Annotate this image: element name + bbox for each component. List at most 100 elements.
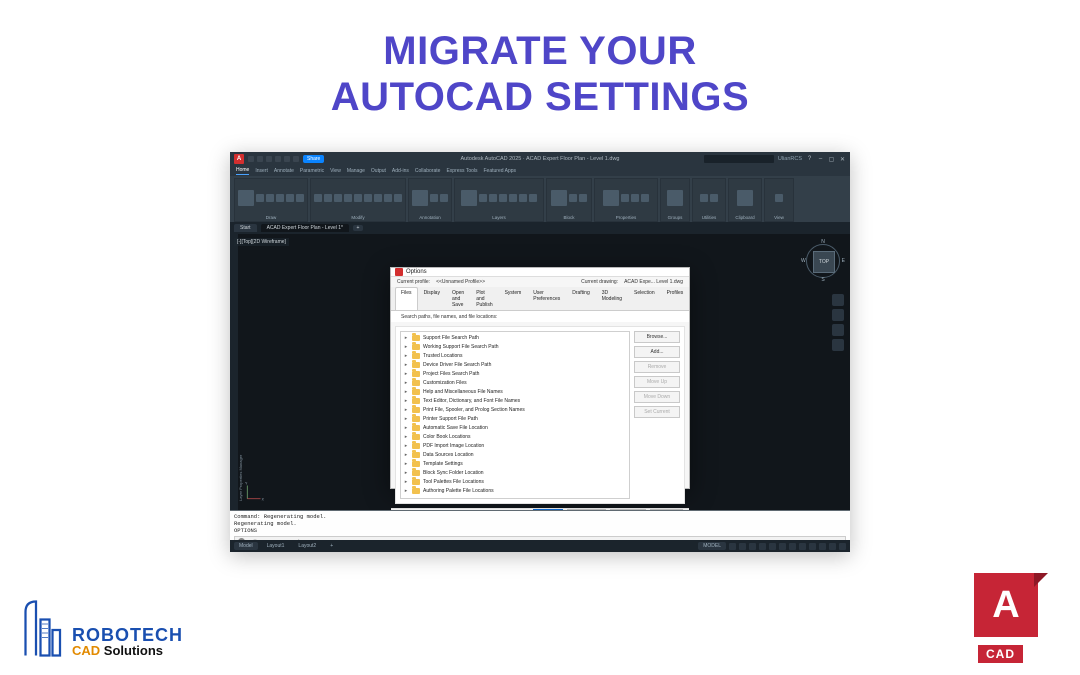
- tool-icon[interactable]: [641, 194, 649, 202]
- tree-item[interactable]: ▸Working Support File Search Path: [403, 343, 627, 352]
- tool-icon[interactable]: [286, 194, 294, 202]
- ribbon-tab[interactable]: Annotate: [274, 168, 294, 174]
- expand-icon[interactable]: ▸: [403, 443, 409, 449]
- add-button[interactable]: Add...: [634, 346, 680, 358]
- viewport-tag[interactable]: [-][Top][2D Wireframe]: [234, 238, 289, 246]
- options-tab[interactable]: System: [499, 287, 528, 310]
- options-tab[interactable]: Display: [418, 287, 446, 310]
- status-icon[interactable]: [729, 543, 736, 550]
- new-tab-button[interactable]: +: [353, 225, 363, 231]
- viewcube[interactable]: N S E W TOP: [806, 244, 840, 288]
- nav-icon[interactable]: [832, 324, 844, 336]
- tree-item[interactable]: ▸Tool Palettes File Locations: [403, 478, 627, 487]
- paths-tree[interactable]: ▸Support File Search Path▸Working Suppor…: [400, 331, 630, 499]
- movedown-button[interactable]: Move Down: [634, 391, 680, 403]
- layout-tab[interactable]: Layout2: [293, 542, 321, 550]
- tool-icon[interactable]: [296, 194, 304, 202]
- tree-item[interactable]: ▸Data Sources Location: [403, 451, 627, 460]
- status-icon[interactable]: [779, 543, 786, 550]
- tool-icon[interactable]: [579, 194, 587, 202]
- ribbon-tab[interactable]: Manage: [347, 168, 365, 174]
- viewcube-n[interactable]: N: [821, 239, 825, 245]
- tree-item[interactable]: ▸Color Book Locations: [403, 433, 627, 442]
- tool-icon[interactable]: [621, 194, 629, 202]
- tree-item[interactable]: ▸Text Editor, Dictionary, and Font File …: [403, 397, 627, 406]
- status-icon[interactable]: [839, 543, 846, 550]
- quick-access-toolbar[interactable]: [248, 156, 299, 162]
- apply-button[interactable]: Apply: [610, 509, 646, 510]
- tool-icon[interactable]: [461, 190, 477, 206]
- expand-icon[interactable]: ▸: [403, 425, 409, 431]
- doc-tab-start[interactable]: Start: [234, 224, 257, 232]
- expand-icon[interactable]: ▸: [403, 380, 409, 386]
- qat-icon[interactable]: [257, 156, 263, 162]
- tree-item[interactable]: ▸Project Files Search Path: [403, 370, 627, 379]
- status-icon[interactable]: [819, 543, 826, 550]
- layout-tab[interactable]: Layout1: [262, 542, 290, 550]
- tool-icon[interactable]: [374, 194, 382, 202]
- expand-icon[interactable]: ▸: [403, 353, 409, 359]
- expand-icon[interactable]: ▸: [403, 488, 409, 494]
- tool-icon[interactable]: [479, 194, 487, 202]
- tool-icon[interactable]: [238, 190, 254, 206]
- nav-icon[interactable]: [832, 294, 844, 306]
- tool-icon[interactable]: [440, 194, 448, 202]
- viewcube-face[interactable]: TOP: [813, 251, 835, 273]
- ok-button[interactable]: OK: [533, 509, 563, 510]
- tree-item[interactable]: ▸Block Sync Folder Location: [403, 469, 627, 478]
- options-tab[interactable]: Files: [395, 287, 418, 310]
- ribbon-tab[interactable]: Collaborate: [415, 168, 441, 174]
- ribbon-tab[interactable]: Featured Apps: [484, 168, 517, 174]
- tree-item[interactable]: ▸Customization Files: [403, 379, 627, 388]
- tree-item[interactable]: ▸Printer Support File Path: [403, 415, 627, 424]
- share-button[interactable]: Share: [303, 155, 324, 163]
- tool-icon[interactable]: [394, 194, 402, 202]
- ribbon-tab[interactable]: Parametric: [300, 168, 324, 174]
- status-icon[interactable]: [749, 543, 756, 550]
- tree-item[interactable]: ▸Trusted Locations: [403, 352, 627, 361]
- tool-icon[interactable]: [314, 194, 322, 202]
- expand-icon[interactable]: ▸: [403, 416, 409, 422]
- options-tab[interactable]: Drafting: [566, 287, 596, 310]
- expand-icon[interactable]: ▸: [403, 452, 409, 458]
- tool-icon[interactable]: [775, 194, 783, 202]
- viewcube-s[interactable]: S: [821, 277, 824, 283]
- status-icon[interactable]: [829, 543, 836, 550]
- remove-button[interactable]: Remove: [634, 361, 680, 373]
- tree-item[interactable]: ▸Device Driver File Search Path: [403, 361, 627, 370]
- tool-icon[interactable]: [499, 194, 507, 202]
- nav-icon[interactable]: [832, 339, 844, 351]
- viewcube-w[interactable]: W: [801, 258, 806, 264]
- expand-icon[interactable]: ▸: [403, 470, 409, 476]
- options-tab[interactable]: User Preferences: [527, 287, 566, 310]
- close-icon[interactable]: ✕: [839, 156, 846, 163]
- expand-icon[interactable]: ▸: [403, 434, 409, 440]
- tree-item[interactable]: ▸Help and Miscellaneous File Names: [403, 388, 627, 397]
- doc-tab-active[interactable]: ACAD Expert Floor Plan - Level 1*: [261, 224, 349, 232]
- status-icon[interactable]: [809, 543, 816, 550]
- tool-icon[interactable]: [569, 194, 577, 202]
- status-icon[interactable]: [739, 543, 746, 550]
- tool-icon[interactable]: [334, 194, 342, 202]
- status-icon[interactable]: [789, 543, 796, 550]
- cancel-button[interactable]: Cancel: [567, 509, 606, 510]
- expand-icon[interactable]: ▸: [403, 407, 409, 413]
- search-input[interactable]: [704, 155, 774, 163]
- expand-icon[interactable]: ▸: [403, 335, 409, 341]
- expand-icon[interactable]: ▸: [403, 389, 409, 395]
- expand-icon[interactable]: ▸: [403, 398, 409, 404]
- options-tab[interactable]: Open and Save: [446, 287, 470, 310]
- options-tab[interactable]: Selection: [628, 287, 661, 310]
- tool-icon[interactable]: [737, 190, 753, 206]
- options-tab[interactable]: Profiles: [661, 287, 690, 310]
- ribbon-tab[interactable]: Insert: [255, 168, 268, 174]
- tool-icon[interactable]: [551, 190, 567, 206]
- tool-icon[interactable]: [430, 194, 438, 202]
- tool-icon[interactable]: [412, 190, 428, 206]
- nav-icon[interactable]: [832, 309, 844, 321]
- tool-icon[interactable]: [364, 194, 372, 202]
- tool-icon[interactable]: [344, 194, 352, 202]
- tree-item[interactable]: ▸Support File Search Path: [403, 334, 627, 343]
- options-tab[interactable]: 3D Modeling: [596, 287, 628, 310]
- tool-icon[interactable]: [529, 194, 537, 202]
